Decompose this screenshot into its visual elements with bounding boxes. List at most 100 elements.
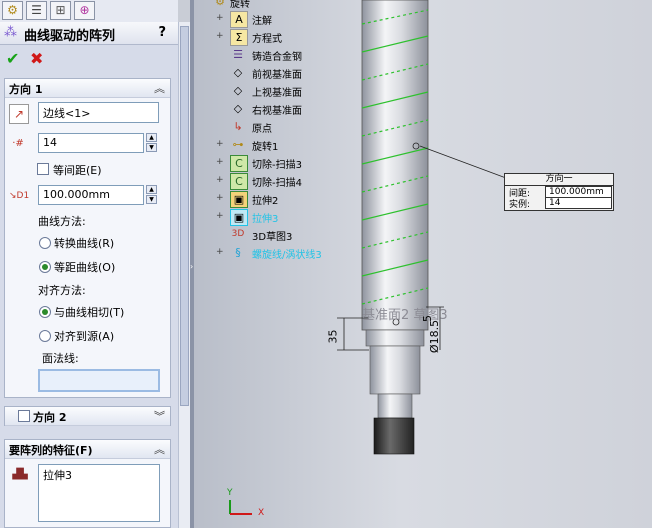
equal-spacing-checkbox[interactable] xyxy=(37,163,49,175)
help-button[interactable]: ? xyxy=(158,25,166,40)
edge-selection-field[interactable]: 边线<1> xyxy=(38,102,159,123)
tree-item-label: 3D草图3 xyxy=(252,232,293,243)
direction1-header[interactable]: 方向 1 ︽ xyxy=(5,79,170,98)
tree-item-label: 铸造合金钢 xyxy=(252,52,302,63)
scrollbar-thumb[interactable] xyxy=(180,26,189,406)
extrude-icon: ▣ xyxy=(230,191,248,208)
expand-toggle[interactable]: + xyxy=(216,175,225,185)
offset-curve-label: 等距曲线(O) xyxy=(54,261,116,274)
manager-tab-bar: ⚙ ☰ ⊞ ⊕ xyxy=(0,0,178,23)
page-title: 曲线驱动的阵列 xyxy=(24,29,116,44)
thread-end xyxy=(373,417,415,455)
tree-item-label: 前视基准面 xyxy=(252,70,302,81)
reverse-direction-button[interactable]: ↗ xyxy=(9,104,29,124)
tree-item-label: 拉伸3 xyxy=(252,214,279,225)
expand-toggle[interactable]: + xyxy=(216,31,225,41)
feature-tree-icon: ⚙ xyxy=(7,3,18,17)
expand-toggle[interactable]: + xyxy=(216,139,225,149)
instances-icon: ·# xyxy=(12,138,24,149)
expand-toggle[interactable]: + xyxy=(216,193,225,203)
instances-input[interactable]: 14 xyxy=(38,133,144,153)
expand-toggle[interactable]: + xyxy=(216,247,225,257)
align-method-label: 对齐方法: xyxy=(38,284,86,297)
cancel-x-icon[interactable]: ✖ xyxy=(30,49,43,68)
ok-check-icon[interactable]: ✔ xyxy=(6,49,19,68)
expand-toggle[interactable]: + xyxy=(216,211,225,221)
tree-item-label: 切除-扫描3 xyxy=(252,160,302,171)
dimension-35[interactable]: 35 xyxy=(327,330,340,344)
plane-icon: ◇ xyxy=(233,84,243,97)
tangent-to-curve-radio[interactable] xyxy=(39,306,51,318)
spacing-icon: ↘D1 xyxy=(9,191,30,201)
expand-toggle[interactable]: + xyxy=(216,157,225,167)
features-header[interactable]: 要阵列的特征(F) ︽ xyxy=(5,440,170,459)
property-manager-tab[interactable]: ☰ xyxy=(26,1,47,20)
tree-item-label: 注解 xyxy=(252,16,272,27)
expand-chevron-icon[interactable]: ︾ xyxy=(154,408,165,424)
helix-icon: § xyxy=(235,246,241,259)
callout-instances-value[interactable]: 14 xyxy=(545,197,612,209)
axis-x-label: X xyxy=(258,508,265,518)
annotation-icon: A xyxy=(230,11,248,28)
features-label: 要阵列的特征(F) xyxy=(9,444,93,457)
features-to-pattern-group: 要阵列的特征(F) ︽ ▟▙ 拉伸3 xyxy=(4,439,171,528)
direction2-group: 方向 2 ︾ xyxy=(4,406,171,426)
tree-item-label: 拉伸2 xyxy=(252,196,279,207)
direction-callout[interactable]: 方向一 间距: 100.000mm 实例: 14 xyxy=(504,173,614,211)
list-item[interactable]: 拉伸3 xyxy=(43,467,155,483)
tree-root-label: 旋转 xyxy=(230,0,250,10)
crosshair-icon: ⊕ xyxy=(79,3,90,17)
direction2-label: 方向 2 xyxy=(33,411,67,424)
align-to-source-radio[interactable] xyxy=(39,330,51,342)
plane-icon: ◇ xyxy=(233,66,243,79)
align-to-source-label: 对齐到源(A) xyxy=(54,330,115,343)
dimension-diameter[interactable]: Ø18.5 xyxy=(428,320,441,353)
direction1-label: 方向 1 xyxy=(9,83,43,96)
graphics-viewport[interactable]: ⚙ 旋转 + A 注解 + Σ 方程式 ☰ 铸造合金钢 ◇ 前视基准面 ◇ 上视基准面 ◇ 右视… xyxy=(194,0,652,528)
expand-toggle[interactable]: + xyxy=(216,13,225,23)
tree-item-label: 原点 xyxy=(252,124,272,135)
3d-sketch-icon: 3D xyxy=(231,229,245,239)
tree-item-label: 上视基准面 xyxy=(252,88,302,99)
callout-instances-label: 实例: xyxy=(509,200,531,210)
curve-pattern-icon: ⁂ xyxy=(4,25,17,40)
extrude-icon: ▣ xyxy=(230,209,248,226)
axis-y-label: Y xyxy=(227,488,233,498)
features-icon: ▟▙ xyxy=(12,469,28,480)
splitter-arrow-icon[interactable]: › xyxy=(190,262,193,271)
direction2-checkbox[interactable] xyxy=(18,410,30,422)
transform-curve-label: 转换曲线(R) xyxy=(54,237,115,250)
axis-triad xyxy=(229,500,252,515)
tree-item-label: 螺旋线/涡状线3 xyxy=(252,250,322,261)
reverse-arrow-icon: ↗ xyxy=(13,107,25,121)
tree-item-label: 方程式 xyxy=(252,34,282,45)
dimxpert-tab[interactable]: ⊕ xyxy=(74,1,95,20)
direction1-group: 方向 1 ︽ ↗ 边线<1> ·# 14 ▲ ▼ 等间距(E) ↘D1 100.0… xyxy=(4,78,171,398)
configuration-manager-tab[interactable]: ⊞ xyxy=(50,1,71,20)
direction2-header[interactable]: 方向 2 ︾ xyxy=(5,407,170,426)
collapse-chevron-icon[interactable]: ︽ xyxy=(154,441,165,457)
feature-manager-tab[interactable]: ⚙ xyxy=(2,1,23,20)
cut-sweep-icon: C xyxy=(230,173,248,190)
tree-item-label: 切除-扫描4 xyxy=(252,178,302,189)
plane-icon: ◇ xyxy=(233,102,243,115)
sigma-icon: Σ xyxy=(230,29,248,46)
curve-method-label: 曲线方法: xyxy=(38,215,86,228)
face-normal-field[interactable] xyxy=(38,369,160,392)
collapse-chevron-icon[interactable]: ︽ xyxy=(154,80,165,96)
property-icon: ☰ xyxy=(31,3,42,17)
callout-title: 方向一 xyxy=(505,174,613,186)
features-list[interactable]: 拉伸3 xyxy=(38,464,160,522)
tangent-to-curve-label: 与曲线相切(T) xyxy=(54,306,125,319)
part-icon: ⚙ xyxy=(215,0,225,8)
spacing-spinner[interactable]: ▲ ▼ xyxy=(146,185,157,205)
offset-curve-radio[interactable] xyxy=(39,261,51,273)
equal-spacing-label: 等间距(E) xyxy=(53,164,102,177)
spacing-input[interactable]: 100.000mm xyxy=(38,185,144,205)
origin-icon: ↳ xyxy=(233,120,243,133)
property-manager-panel: ⚙ ☰ ⊞ ⊕ ⁂ 曲线驱动的阵列 ? ✔ ✖ 方向 1 ︽ ↗ 边线<1> ·… xyxy=(0,0,178,528)
instances-spinner[interactable]: ▲ ▼ xyxy=(146,133,157,153)
configuration-icon: ⊞ xyxy=(55,3,66,17)
transform-curve-radio[interactable] xyxy=(39,237,51,249)
tree-item-label: 右视基准面 xyxy=(252,106,302,117)
